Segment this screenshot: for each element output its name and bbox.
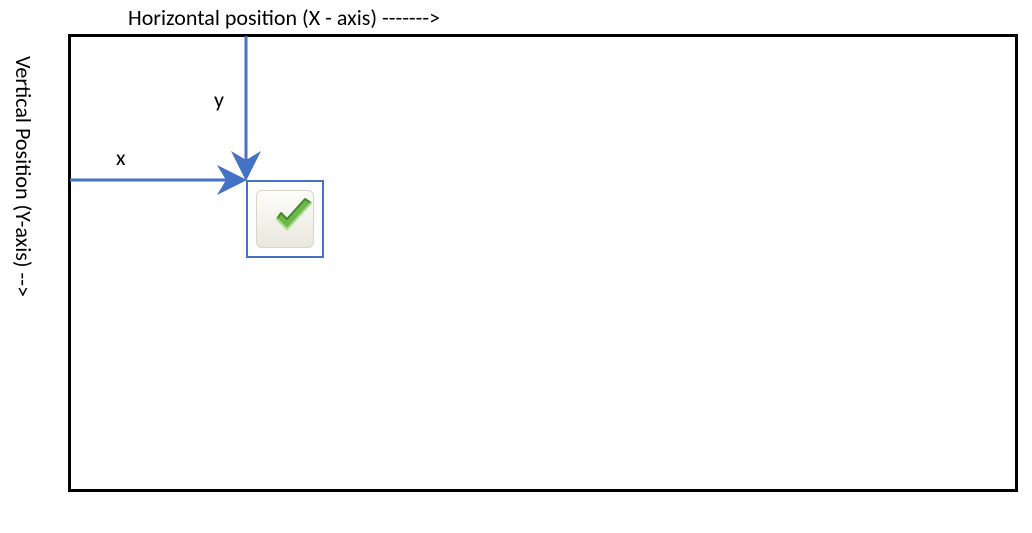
check-icon — [271, 195, 315, 239]
y-coord-label: y — [214, 86, 224, 113]
diagram-stage: Horizontal position (X - axis) -------> … — [0, 0, 1032, 533]
ok-button[interactable] — [256, 190, 314, 248]
ok-button-box — [246, 180, 324, 258]
x-coord-label: x — [116, 144, 126, 171]
arrows-layer — [0, 0, 1032, 533]
